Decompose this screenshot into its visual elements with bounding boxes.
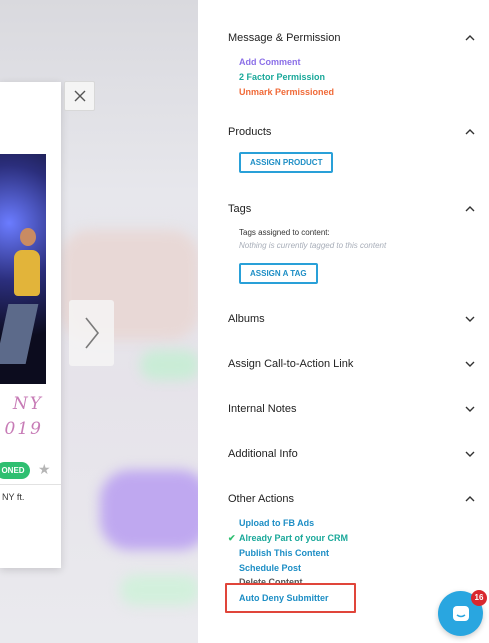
notification-badge: 16 <box>471 590 487 606</box>
schedule-post-link[interactable]: Schedule Post <box>239 563 301 573</box>
close-icon <box>74 90 85 102</box>
unmark-permissioned-link[interactable]: Unmark Permissioned <box>239 87 334 97</box>
chevron-up-icon <box>464 126 476 138</box>
section-title: Tags <box>228 203 252 215</box>
add-comment-link[interactable]: Add Comment <box>239 57 301 67</box>
chevron-up-icon <box>464 32 476 44</box>
tags-empty-hint: Nothing is currently tagged to this cont… <box>239 241 387 250</box>
section-title: Message & Permission <box>228 32 341 44</box>
section-title: Products <box>228 126 272 138</box>
section-header-cta-link[interactable]: Assign Call-to-Action Link <box>228 358 476 370</box>
two-factor-permission-link[interactable]: 2 Factor Permission <box>239 72 325 82</box>
already-in-crm-link[interactable]: Already Part of your CRM <box>239 533 348 543</box>
auto-deny-submitter-link[interactable]: Auto Deny Submitter <box>239 593 329 603</box>
status-badge: ONED <box>0 462 30 479</box>
section-title: Additional Info <box>228 448 298 460</box>
chevron-down-icon <box>464 448 476 460</box>
backdrop-blob <box>100 470 198 550</box>
content-preview-card: NY 019 ONED ★ NY ft. <box>0 82 61 568</box>
section-header-other-actions[interactable]: Other Actions <box>228 493 476 505</box>
chevron-up-icon <box>464 203 476 215</box>
upload-fb-ads-link[interactable]: Upload to FB Ads <box>239 518 314 528</box>
event-title-line2: 019 <box>4 419 43 439</box>
section-title: Internal Notes <box>228 403 297 415</box>
content-actions-panel: Message & Permission Add Comment 2 Facto… <box>198 0 489 643</box>
photo-figure <box>20 228 36 246</box>
next-content-button[interactable] <box>69 300 114 366</box>
section-header-message-permission[interactable]: Message & Permission <box>228 32 476 44</box>
assign-product-button[interactable]: ASSIGN PRODUCT <box>239 152 334 173</box>
chevron-right-icon <box>84 317 99 349</box>
section-header-internal-notes[interactable]: Internal Notes <box>228 403 476 415</box>
divider <box>0 484 61 485</box>
star-icon[interactable]: ★ <box>38 461 51 478</box>
content-photo[interactable] <box>0 154 46 384</box>
chevron-down-icon <box>464 313 476 325</box>
backdrop-blob <box>140 350 198 380</box>
section-header-tags[interactable]: Tags <box>228 203 476 215</box>
section-header-additional-info[interactable]: Additional Info <box>228 448 476 460</box>
modal-backdrop: NY 019 ONED ★ NY ft. <box>0 0 198 643</box>
event-title-line1: NY <box>12 394 43 414</box>
section-title: Albums <box>228 313 265 325</box>
checkmark-icon: ✔ <box>228 533 236 543</box>
section-header-albums[interactable]: Albums <box>228 313 476 325</box>
chevron-down-icon <box>464 358 476 370</box>
chevron-down-icon <box>464 403 476 415</box>
backdrop-blob <box>120 575 198 605</box>
section-title: Assign Call-to-Action Link <box>228 358 354 370</box>
close-button[interactable] <box>64 81 95 111</box>
photo-figure <box>14 250 40 296</box>
section-header-products[interactable]: Products <box>228 126 476 138</box>
assign-tag-button[interactable]: ASSIGN A TAG <box>239 263 318 284</box>
caption-snippet: NY ft. <box>2 492 25 502</box>
chevron-up-icon <box>464 493 476 505</box>
chat-icon <box>452 605 469 621</box>
photo-figure <box>0 304 39 364</box>
publish-content-link[interactable]: Publish This Content <box>239 548 329 558</box>
tags-label: Tags assigned to content: <box>239 228 330 237</box>
section-title: Other Actions <box>228 493 295 505</box>
